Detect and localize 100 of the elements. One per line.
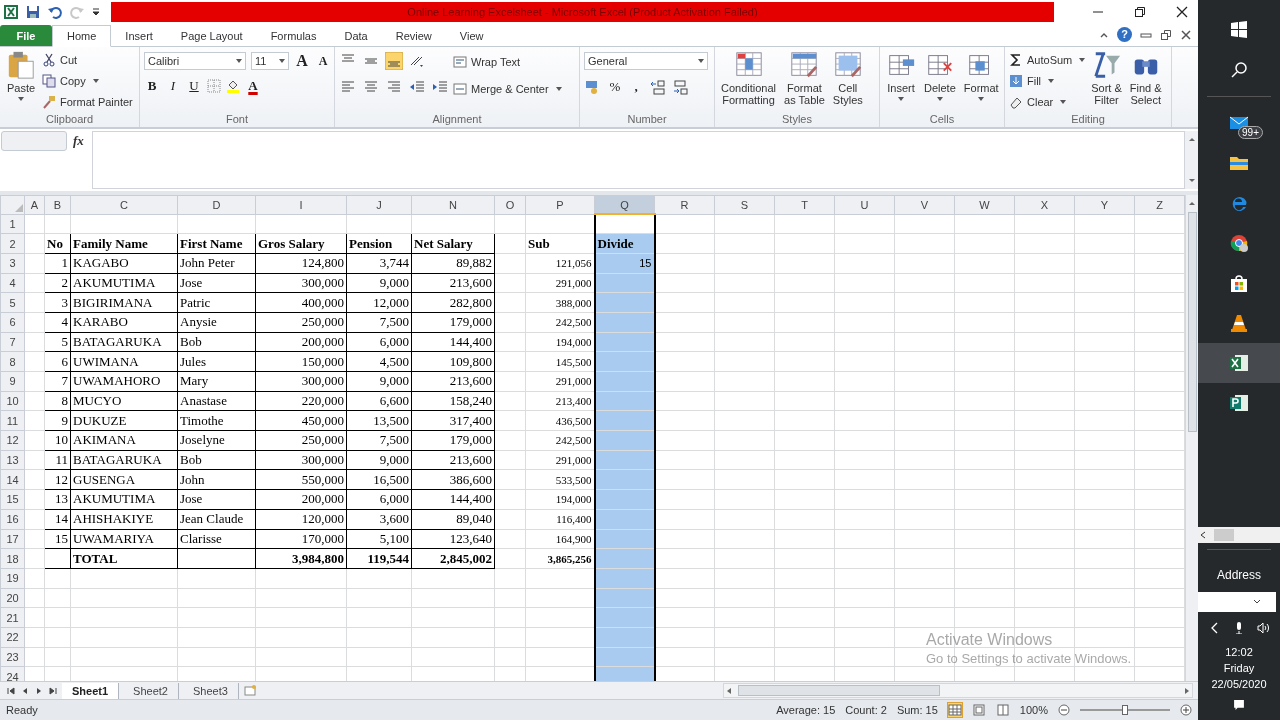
- percent-button[interactable]: %: [607, 79, 623, 95]
- row-header[interactable]: 21: [0, 607, 25, 628]
- delete-cells-button[interactable]: Delete: [922, 50, 958, 101]
- increase-decimal-icon[interactable]: [649, 78, 667, 96]
- merge-center-button[interactable]: Merge & Center: [453, 79, 562, 98]
- find-select-button[interactable]: Find & Select: [1127, 50, 1164, 106]
- format-cells-button[interactable]: Format: [961, 50, 1000, 101]
- column-header[interactable]: J: [346, 195, 412, 214]
- italic-button[interactable]: I: [165, 78, 181, 94]
- ribbon-tab[interactable]: Page Layout: [166, 25, 257, 46]
- store-icon[interactable]: [1229, 273, 1249, 293]
- wrap-text-button[interactable]: Wrap Text: [453, 52, 562, 71]
- column-header[interactable]: T: [774, 195, 835, 214]
- row-header[interactable]: 1: [0, 214, 25, 234]
- row-header[interactable]: 9: [0, 371, 25, 392]
- microphone-icon[interactable]: [1233, 622, 1245, 634]
- scrollbar-thumb[interactable]: [1187, 212, 1197, 432]
- grow-font-button[interactable]: A: [294, 52, 310, 70]
- column-header[interactable]: Y: [1074, 195, 1135, 214]
- comma-button[interactable]: ,: [628, 79, 644, 95]
- ribbon-tab[interactable]: Home: [52, 25, 112, 47]
- search-icon[interactable]: [1229, 60, 1249, 80]
- cell-styles-button[interactable]: Cell Styles: [830, 50, 865, 106]
- help-button[interactable]: ?: [1117, 27, 1132, 42]
- zoom-percent[interactable]: 100%: [1019, 704, 1048, 716]
- row-header[interactable]: 17: [0, 529, 25, 549]
- customize-caret-icon[interactable]: [91, 7, 101, 17]
- clock-time[interactable]: 12:02: [1225, 644, 1253, 660]
- ribbon-tab[interactable]: Review: [381, 25, 446, 46]
- number-format-field[interactable]: General: [584, 52, 708, 70]
- restore-icon[interactable]: [1160, 28, 1172, 41]
- zoom-slider[interactable]: [1080, 704, 1170, 716]
- column-header[interactable]: X: [1014, 195, 1075, 214]
- sort-filter-button[interactable]: Sort & Filter: [1089, 50, 1124, 106]
- column-header[interactable]: P: [525, 195, 595, 214]
- shrink-font-button[interactable]: A: [315, 53, 330, 69]
- row-header[interactable]: 16: [0, 509, 25, 529]
- row-header[interactable]: 14: [0, 469, 25, 490]
- project-icon[interactable]: [1229, 393, 1249, 413]
- windows-start-icon[interactable]: [1229, 20, 1249, 40]
- page-layout-icon[interactable]: [971, 703, 986, 717]
- row-header[interactable]: 22: [0, 627, 25, 648]
- ribbon-tab[interactable]: View: [445, 25, 498, 46]
- paste-button[interactable]: Paste: [4, 50, 38, 101]
- decrease-decimal-icon[interactable]: [672, 78, 690, 96]
- copy-button[interactable]: Copy: [42, 71, 133, 90]
- column-header[interactable]: W: [954, 195, 1015, 214]
- column-header[interactable]: C: [70, 195, 178, 214]
- column-header[interactable]: O: [494, 195, 526, 214]
- insert-function-button[interactable]: fx: [67, 131, 90, 151]
- row-header[interactable]: 20: [0, 588, 25, 608]
- fill-button[interactable]: Fill: [1009, 71, 1086, 90]
- clock-date[interactable]: 22/05/2020: [1211, 676, 1267, 692]
- row-header[interactable]: 10: [0, 391, 25, 411]
- conditional-formatting-button[interactable]: Conditional Formatting: [719, 50, 779, 106]
- column-header[interactable]: S: [714, 195, 775, 214]
- fill-color-icon[interactable]: [226, 79, 240, 93]
- column-header[interactable]: I: [255, 195, 347, 214]
- row-header[interactable]: 19: [0, 568, 25, 589]
- scrollbar-thumb[interactable]: [1214, 529, 1234, 541]
- page-break-icon[interactable]: [995, 703, 1010, 717]
- first-sheet-icon[interactable]: [6, 685, 16, 696]
- close-icon[interactable]: [1176, 6, 1188, 18]
- zoom-out-icon[interactable]: [1058, 704, 1070, 716]
- font-size-field[interactable]: 11: [251, 52, 289, 70]
- column-header[interactable]: R: [654, 195, 715, 214]
- formula-field[interactable]: [91, 131, 1185, 189]
- font-color-button[interactable]: A: [245, 78, 261, 94]
- autosum-button[interactable]: AutoSum: [1009, 50, 1086, 69]
- font-name-field[interactable]: Calibri: [144, 52, 246, 70]
- clear-button[interactable]: Clear: [1009, 92, 1086, 111]
- normal-view-icon[interactable]: [947, 703, 962, 717]
- scrollbar-thumb[interactable]: [737, 685, 940, 696]
- ribbon-tab[interactable]: Formulas: [256, 25, 331, 46]
- save-icon[interactable]: [25, 4, 41, 20]
- row-header[interactable]: 8: [0, 351, 25, 372]
- speaker-icon[interactable]: [1257, 622, 1269, 634]
- clock-day[interactable]: Friday: [1223, 660, 1255, 676]
- sheet-tab[interactable]: Sheet3: [182, 682, 239, 699]
- column-header[interactable]: B: [44, 195, 71, 214]
- row-header[interactable]: 3: [0, 253, 25, 274]
- excel-icon[interactable]: [1229, 353, 1249, 373]
- row-header[interactable]: 4: [0, 273, 25, 293]
- file-tab[interactable]: File: [0, 25, 52, 46]
- row-header[interactable]: 12: [0, 430, 25, 451]
- bold-button[interactable]: B: [144, 78, 160, 94]
- excel-logo-icon[interactable]: [3, 4, 19, 20]
- sheet-tab[interactable]: Sheet1: [62, 682, 120, 699]
- zoom-in-icon[interactable]: [1180, 704, 1192, 716]
- column-header[interactable]: D: [177, 195, 256, 214]
- browser-icon[interactable]: [1229, 233, 1249, 253]
- row-header[interactable]: 13: [0, 450, 25, 470]
- row-header[interactable]: 15: [0, 489, 25, 510]
- ribbon-tab[interactable]: Data: [330, 25, 382, 46]
- column-header[interactable]: U: [834, 195, 895, 214]
- row-header[interactable]: 11: [0, 410, 25, 431]
- restore-icon[interactable]: [1134, 6, 1146, 18]
- row-header[interactable]: 5: [0, 292, 25, 313]
- row-header[interactable]: 2: [0, 233, 25, 254]
- scroll-left-icon[interactable]: [1198, 530, 1208, 540]
